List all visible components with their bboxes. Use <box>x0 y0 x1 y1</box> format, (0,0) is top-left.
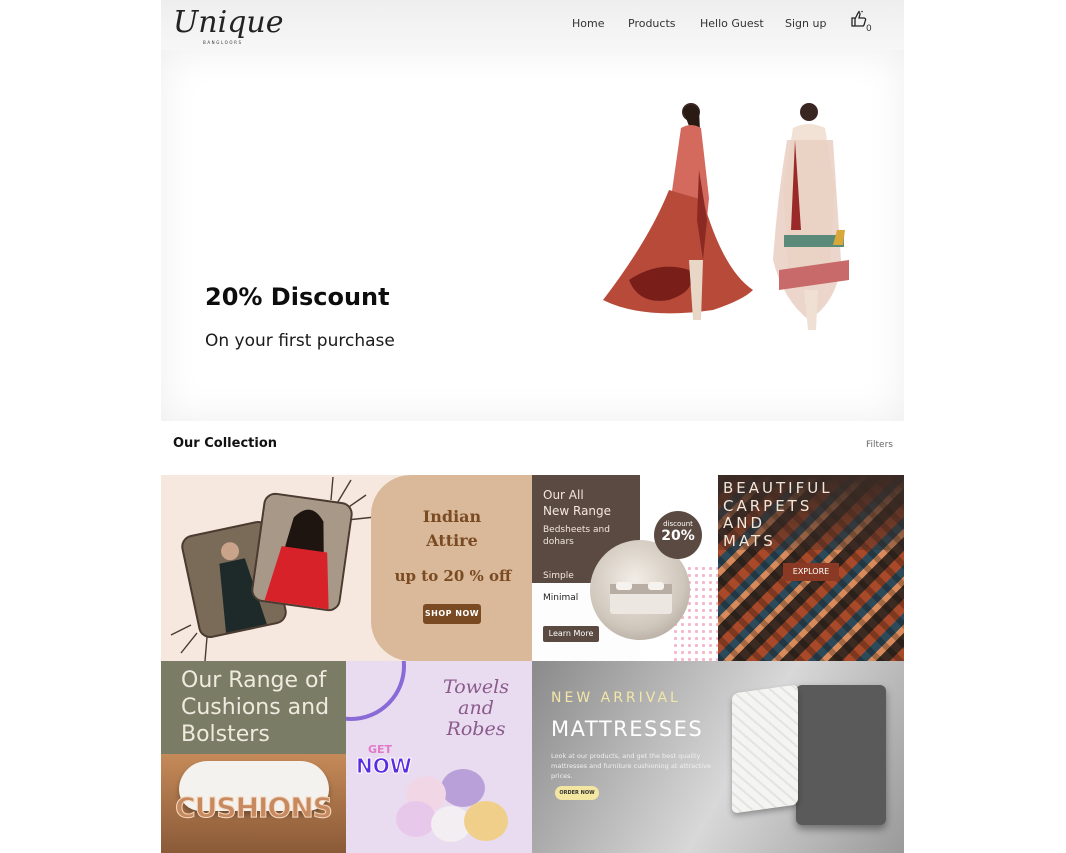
arc-decoration <box>346 661 406 721</box>
carpets-line-2: CARPETS <box>723 496 813 515</box>
towels-title: Towels and Robes <box>426 677 526 740</box>
order-now-button[interactable]: ORDER NOW <box>555 786 599 800</box>
cushions-line-1: Our Range of <box>181 668 327 693</box>
learn-more-button[interactable]: Learn More <box>543 626 599 642</box>
tile-mattresses[interactable]: NEW ARRIVAL MATTRESSES Look at our produ… <box>532 661 904 853</box>
page: Unique BANGLOORS Home Products Hello Gue… <box>0 0 1066 853</box>
cushions-line-3: Bolsters <box>181 722 270 747</box>
carpets-line-4: MATS <box>723 531 776 550</box>
logo-wordmark: Unique <box>173 5 284 40</box>
discount-badge: discount 20% <box>654 511 702 559</box>
nav-sign-up[interactable]: Sign up <box>785 17 826 30</box>
cart-button[interactable]: 0 <box>850 10 876 36</box>
towels-line-3: Robes <box>446 718 506 740</box>
towel-image <box>464 801 508 841</box>
tile-indian-attire[interactable]: Indian Attire up to 20 % off SHOP NOW <box>161 475 532 661</box>
logo[interactable]: Unique BANGLOORS <box>173 3 283 47</box>
attire-offer: up to 20 % off <box>394 567 512 585</box>
badge-value: 20% <box>661 528 695 544</box>
mattress-white-image <box>732 684 798 814</box>
nav-home[interactable]: Home <box>572 17 604 30</box>
carpets-title: BEAUTIFUL CARPETS AND MATS <box>723 479 833 550</box>
bedsheets-line-1: Our All <box>543 488 584 502</box>
logo-text: Unique <box>173 3 283 43</box>
mattresses-title: MATTRESSES <box>551 717 704 741</box>
nav-products[interactable]: Products <box>628 17 676 30</box>
tile-towels[interactable]: Towels and Robes GET NOW <box>346 661 532 853</box>
hero-title: 20% Discount <box>205 283 390 311</box>
hero-models-image <box>603 103 849 330</box>
hero-subtitle: On your first purchase <box>205 331 395 351</box>
carpets-line-3: AND <box>723 514 766 532</box>
shop-now-button[interactable]: SHOP NOW <box>423 604 481 624</box>
new-arrival-label: NEW ARRIVAL <box>551 690 681 706</box>
hero-banner[interactable]: 20% Discount On your first purchase <box>161 50 904 421</box>
attire-title-line-1: Indian <box>422 507 482 526</box>
towels-now-label: NOW <box>356 754 413 779</box>
mattress-grey-image <box>796 685 886 825</box>
explore-button[interactable]: EXPLORE <box>783 563 839 581</box>
towels-line-2: and <box>458 697 494 719</box>
attire-title-line-2: Attire <box>426 531 478 550</box>
attire-photo-2 <box>249 491 355 613</box>
logo-subtitle: BANGLOORS <box>203 40 243 45</box>
main-container: Unique BANGLOORS Home Products Hello Gue… <box>161 0 904 853</box>
attire-title: Indian Attire <box>397 505 507 553</box>
tile-bedsheets[interactable]: Our All New Range Bedsheets and dohars S… <box>532 475 718 661</box>
badge-label: discount <box>663 520 693 528</box>
cushions-word: CUSHIONS <box>175 791 334 825</box>
tile-carpets[interactable]: BEAUTIFUL CARPETS AND MATS EXPLORE <box>718 475 904 661</box>
header: Unique BANGLOORS Home Products Hello Gue… <box>161 0 904 50</box>
cart-count: 0 <box>866 24 872 34</box>
nav-hello-guest[interactable]: Hello Guest <box>700 17 764 30</box>
filters-button[interactable]: Filters <box>866 440 893 450</box>
cushions-line-2: Cushions and <box>181 695 330 720</box>
bedsheets-line-2: New Range <box>543 504 612 518</box>
collection-title: Our Collection <box>173 436 278 451</box>
towels-line-1: Towels <box>443 676 509 698</box>
bedsheets-line-4: Simple <box>543 571 574 581</box>
carpets-line-1: BEAUTIFUL <box>723 479 833 497</box>
tile-cushions[interactable]: Our Range of Cushions and Bolsters CUSHI… <box>161 661 346 853</box>
bedsheets-line-5: Minimal <box>543 593 579 603</box>
cushions-title: Our Range of Cushions and Bolsters <box>181 667 341 748</box>
mattresses-description: Look at our products, and get the best q… <box>551 752 711 780</box>
towel-image <box>396 801 436 837</box>
